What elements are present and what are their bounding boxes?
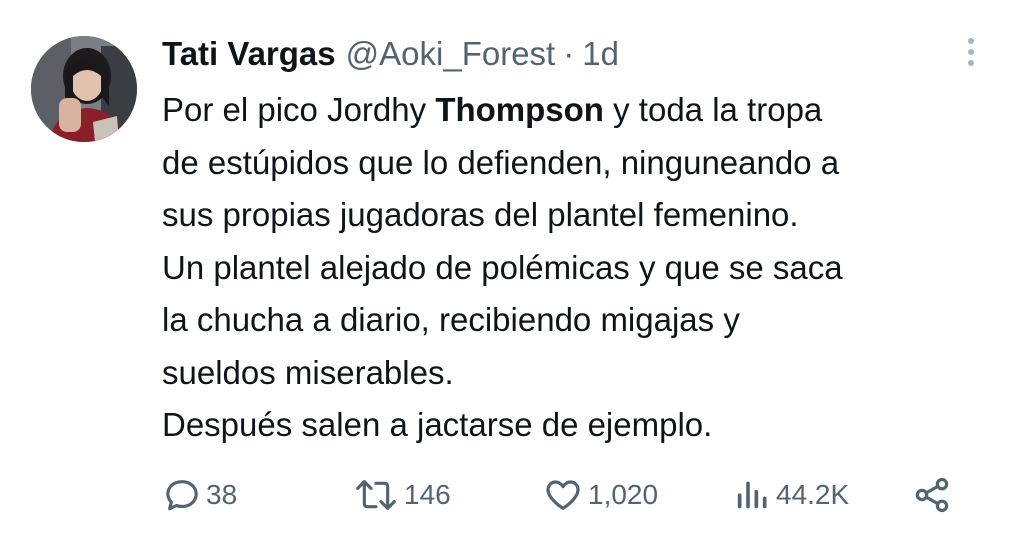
action-bar: 38 146 1,020 44.2K — [162, 472, 982, 518]
views-icon — [737, 481, 767, 509]
handle[interactable]: @Aoki_Forest — [346, 32, 556, 76]
tweet-text-line: sus propias jugadoras del plantel femeni… — [162, 196, 799, 233]
avatar-image — [31, 36, 137, 142]
heart-icon — [546, 480, 580, 510]
timestamp[interactable]: 1d — [582, 32, 619, 76]
retweet-button[interactable]: 146 — [352, 472, 451, 518]
display-name[interactable]: Tati Vargas — [162, 32, 336, 76]
mention-bold: Thompson — [435, 91, 604, 128]
like-button[interactable]: 1,020 — [542, 472, 658, 518]
tweet: Tati Vargas @Aoki_Forest · 1d Por el pic… — [0, 0, 1024, 541]
reply-count: 38 — [206, 479, 238, 510]
retweet-count: 146 — [404, 479, 451, 510]
tweet-text-line: la chucha a diario, recibiendo migajas y — [162, 301, 740, 338]
tweet-text-line: sueldos miserables. — [162, 353, 454, 391]
like-count: 1,020 — [588, 479, 659, 510]
reply-icon — [166, 480, 198, 511]
reply-button[interactable]: 38 — [162, 472, 237, 518]
views-count: 44.2K — [776, 479, 850, 510]
views-button[interactable]: 44.2K — [732, 472, 849, 518]
more-options-button[interactable] — [955, 34, 987, 70]
tweet-text: Por el pico Jordhy Thompson y toda la tr… — [162, 84, 1002, 452]
tweet-text-line: Por el pico Jordhy Thompson y toda la tr… — [162, 91, 823, 128]
separator-dot: · — [563, 35, 575, 72]
tweet-text-line: de estúpidos que lo defienden, ningunean… — [162, 143, 840, 181]
share-button[interactable] — [912, 472, 956, 518]
more-icon — [968, 38, 974, 44]
tweet-text-line: Un plantel alejado de polémicas y que se… — [162, 248, 843, 286]
retweet-icon — [356, 480, 396, 510]
tweet-text-line: Después salen a jactarse de ejemplo. — [162, 406, 713, 443]
tweet-header: Tati Vargas @Aoki_Forest · 1d — [162, 32, 619, 76]
avatar[interactable] — [31, 36, 137, 142]
share-icon — [915, 477, 949, 513]
